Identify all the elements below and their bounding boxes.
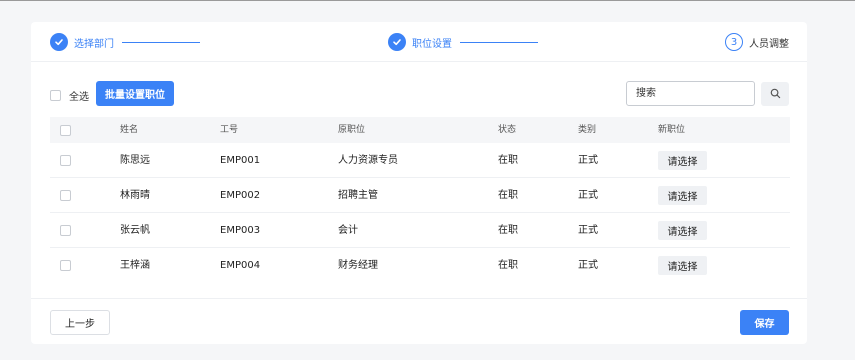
- column-header-id: 工号: [220, 125, 239, 135]
- step-connector: [460, 41, 538, 43]
- column-header-new-position: 新职位: [658, 125, 686, 135]
- step-staff-adjustment: 3 人员调整: [725, 32, 789, 52]
- cell-id: EMP002: [220, 190, 261, 201]
- top-divider: [0, 0, 855, 1]
- table-row: 张云帆 EMP003 会计 在职 正式 请选择: [50, 213, 790, 248]
- step-position-settings: 职位设置: [388, 32, 538, 52]
- header-checkbox[interactable]: [60, 124, 71, 136]
- select-all[interactable]: 全选: [50, 88, 89, 103]
- row-checkbox[interactable]: [60, 225, 71, 236]
- row-checkbox[interactable]: [60, 190, 71, 201]
- table-row: 林雨晴 EMP002 招聘主管 在职 正式 请选择: [50, 178, 790, 213]
- cell-id: EMP003: [220, 225, 261, 236]
- column-header-type: 类别: [578, 125, 597, 135]
- cell-original-position: 会计: [338, 225, 358, 236]
- check-icon: [50, 33, 68, 51]
- new-position-select[interactable]: 请选择: [658, 151, 707, 170]
- cell-id: EMP004: [220, 260, 261, 271]
- step-progress: 选择部门 职位设置 3 人员调整: [31, 22, 807, 62]
- cell-status: 在职: [498, 225, 518, 236]
- column-header-name: 姓名: [120, 125, 139, 135]
- step-label: 职位设置: [412, 38, 452, 50]
- check-icon: [388, 33, 406, 51]
- cell-original-position: 财务经理: [338, 260, 378, 271]
- cell-status: 在职: [498, 190, 518, 201]
- cell-type: 正式: [578, 260, 598, 271]
- cell-original-position: 人力资源专员: [338, 155, 398, 166]
- cell-status: 在职: [498, 260, 518, 271]
- step-label: 选择部门: [74, 38, 114, 50]
- step-connector: [122, 41, 200, 43]
- cell-type: 正式: [578, 190, 598, 201]
- table-row: 陈思远 EMP001 人力资源专员 在职 正式 请选择: [50, 143, 790, 178]
- table-row: 王梓涵 EMP004 财务经理 在职 正式 请选择: [50, 248, 790, 283]
- cell-type: 正式: [578, 155, 598, 166]
- select-all-checkbox[interactable]: [50, 90, 61, 101]
- column-header-status: 状态: [498, 125, 517, 135]
- save-button[interactable]: 保存: [740, 310, 789, 335]
- select-all-label: 全选: [69, 92, 89, 103]
- row-checkbox-cell: [60, 213, 71, 248]
- row-checkbox[interactable]: [60, 155, 71, 166]
- new-position-select[interactable]: 请选择: [658, 256, 707, 275]
- search-input[interactable]: [626, 81, 755, 106]
- new-position-select[interactable]: 请选择: [658, 186, 707, 205]
- batch-set-position-button[interactable]: 批量设置职位: [96, 81, 174, 106]
- previous-step-button[interactable]: 上一步: [50, 310, 110, 335]
- search-icon: [770, 87, 781, 102]
- row-checkbox-cell: [60, 178, 71, 213]
- step-number: 3: [725, 33, 743, 51]
- cell-name: 林雨晴: [120, 190, 150, 201]
- cell-id: EMP001: [220, 155, 261, 166]
- row-checkbox-cell: [60, 143, 71, 178]
- cell-original-position: 招聘主管: [338, 190, 378, 201]
- employee-table: 姓名 工号 原职位 状态 类别 新职位 陈思远 EMP001 人力资源专员 在职…: [50, 117, 790, 283]
- search-button[interactable]: [761, 82, 789, 106]
- step-select-department: 选择部门: [50, 32, 200, 52]
- footer-divider: [31, 298, 807, 299]
- row-checkbox-cell: [60, 248, 71, 283]
- table-header: 姓名 工号 原职位 状态 类别 新职位: [50, 117, 790, 143]
- new-position-select[interactable]: 请选择: [658, 221, 707, 240]
- row-checkbox[interactable]: [60, 260, 71, 271]
- step-label: 人员调整: [749, 38, 789, 50]
- cell-name: 陈思远: [120, 155, 150, 166]
- cell-status: 在职: [498, 155, 518, 166]
- cell-name: 张云帆: [120, 225, 150, 236]
- cell-name: 王梓涵: [120, 260, 150, 271]
- wizard-card: 选择部门 职位设置 3 人员调整 全选 批量设置职位 姓: [31, 22, 807, 344]
- column-header-original-position: 原职位: [338, 125, 366, 135]
- cell-type: 正式: [578, 225, 598, 236]
- header-checkbox-cell: [60, 117, 71, 143]
